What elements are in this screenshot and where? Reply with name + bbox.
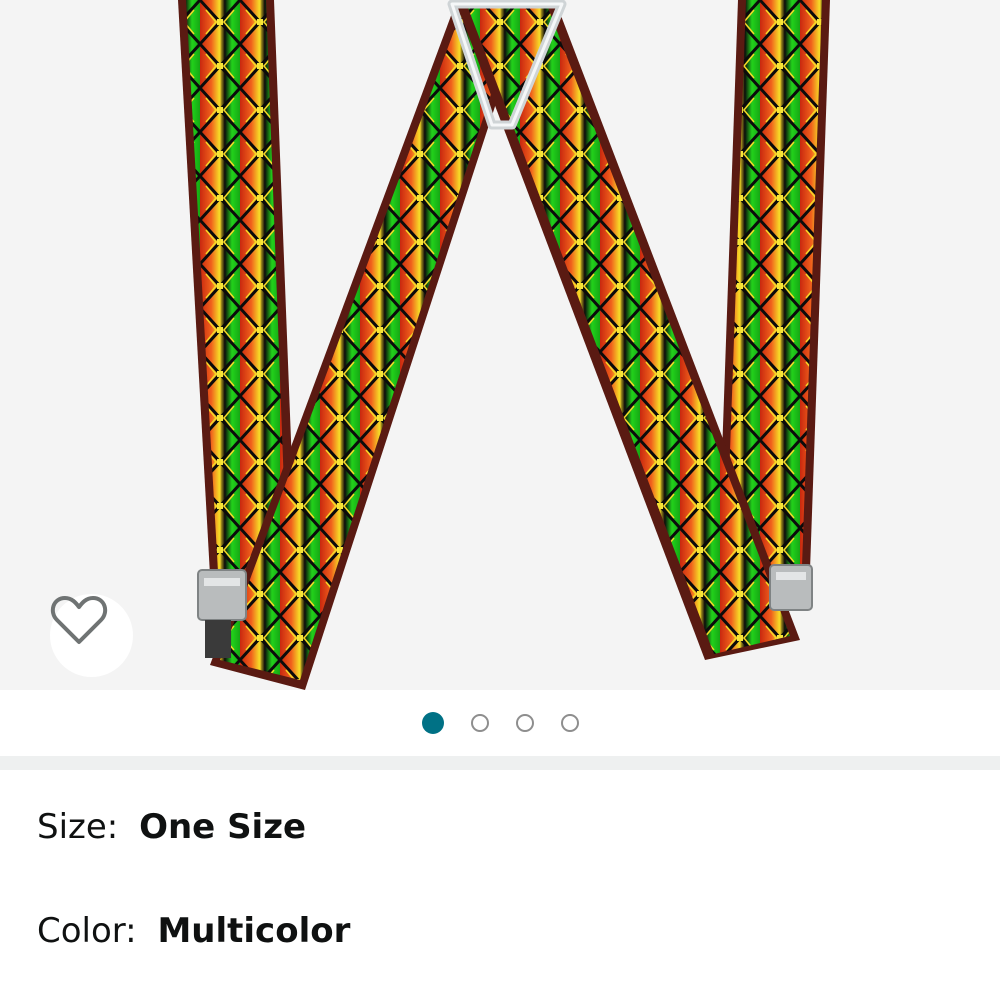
section-divider (0, 756, 1000, 770)
carousel-dot[interactable] (470, 714, 489, 732)
product-image (178, 0, 830, 690)
size-label: Size: (37, 807, 119, 847)
size-selector[interactable]: Size: One Size (37, 810, 306, 844)
carousel-dot[interactable] (515, 714, 534, 732)
carousel-indicator (0, 690, 1000, 756)
wishlist-button[interactable] (50, 594, 133, 677)
color-value: Multicolor (157, 911, 351, 951)
color-label: Color: (37, 911, 137, 951)
product-page: Size: One Size Color: Multicolor (0, 0, 1000, 1000)
heart-outline-icon (50, 596, 108, 644)
right-clip (769, 564, 813, 611)
size-value: One Size (139, 807, 307, 847)
color-selector[interactable]: Color: Multicolor (37, 914, 350, 948)
carousel-dot[interactable] (421, 712, 444, 734)
product-image-gallery[interactable] (0, 0, 1000, 690)
carousel-dot[interactable] (560, 714, 579, 732)
